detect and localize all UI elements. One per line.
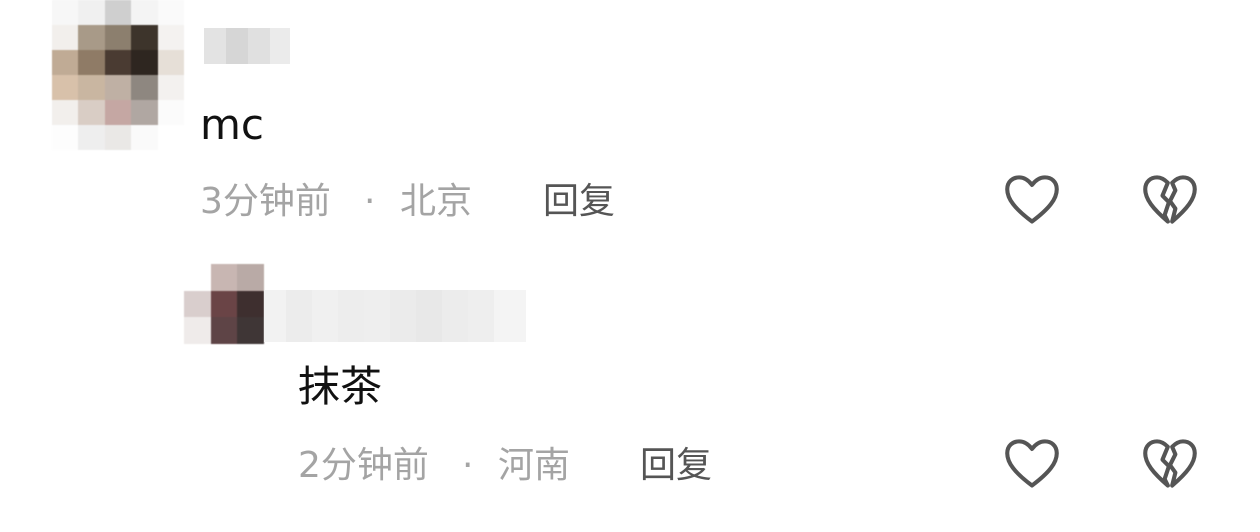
- comment-time: 2分钟前: [298, 445, 429, 486]
- comment-text: 抹茶: [298, 362, 383, 411]
- meta-separator: ·: [462, 445, 474, 486]
- broken-heart-outline-icon: [1142, 436, 1198, 496]
- broken-heart-outline-icon: [1142, 172, 1198, 232]
- dislike-button[interactable]: [1140, 172, 1200, 232]
- meta-separator: ·: [364, 181, 376, 222]
- comment-text: mc: [200, 100, 265, 149]
- comment-time: 3分钟前: [200, 181, 331, 222]
- avatar[interactable]: [184, 264, 264, 344]
- comment-item: 抹茶 2分钟前 · 河南 回复: [0, 250, 1260, 532]
- like-button[interactable]: [1002, 172, 1062, 232]
- username-blurred[interactable]: [264, 290, 526, 342]
- like-button[interactable]: [1002, 436, 1062, 496]
- avatar[interactable]: [52, 0, 184, 150]
- dislike-button[interactable]: [1140, 436, 1200, 496]
- comment-location: 北京: [400, 181, 473, 222]
- heart-outline-icon: [1004, 172, 1060, 232]
- comment-item: mc 3分钟前 · 北京 回复: [0, 0, 1260, 250]
- heart-outline-icon: [1004, 436, 1060, 496]
- comment-location: 河南: [498, 445, 571, 486]
- username-blurred[interactable]: [204, 28, 290, 64]
- reply-button[interactable]: 回复: [640, 448, 712, 484]
- reply-button[interactable]: 回复: [543, 184, 615, 220]
